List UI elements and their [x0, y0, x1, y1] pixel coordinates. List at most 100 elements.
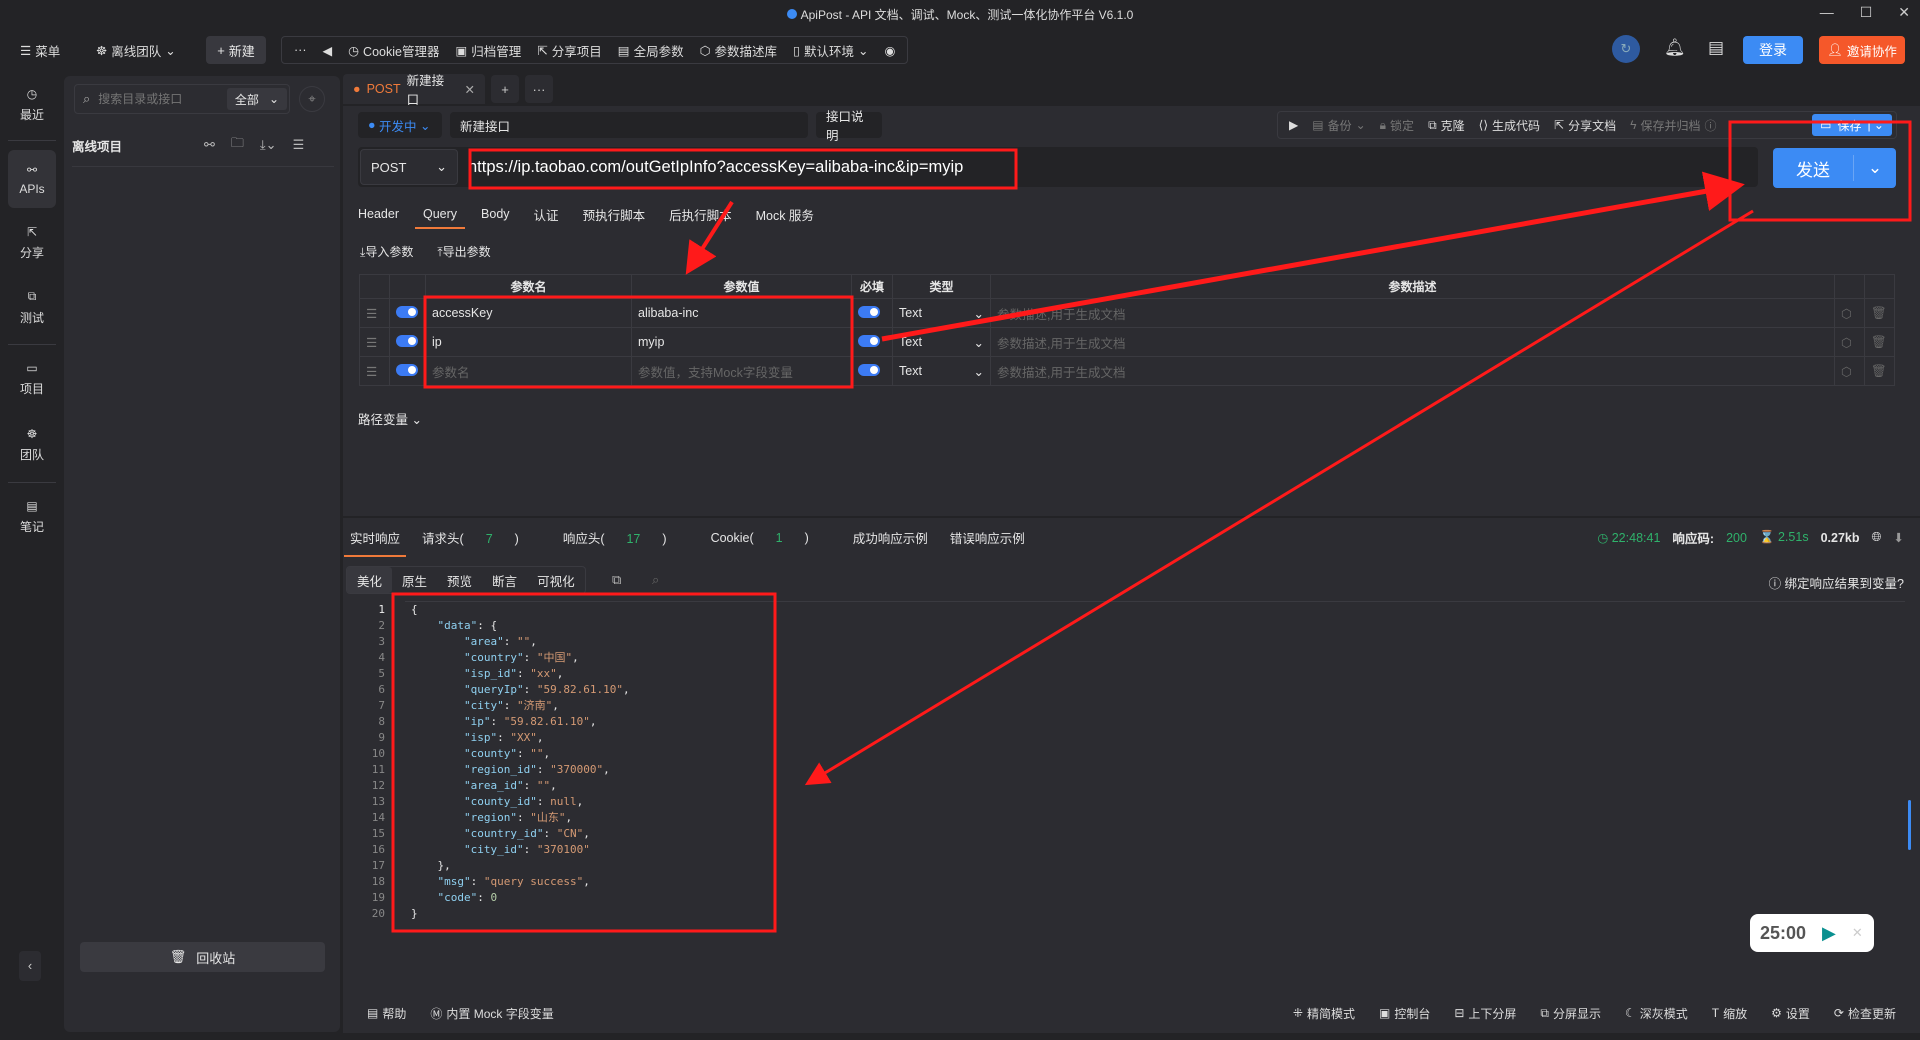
- console-button[interactable]: ▣ 控制台: [1379, 1005, 1430, 1022]
- method-dropdown[interactable]: POST ⌄: [360, 149, 458, 185]
- check-update-button[interactable]: ⟳ 检查更新: [1834, 1005, 1896, 1022]
- nav-recent[interactable]: ◷ 最近: [8, 76, 56, 134]
- splitter[interactable]: [343, 516, 1920, 518]
- copy-icon[interactable]: ⧉: [612, 572, 621, 588]
- url-input[interactable]: https://ip.taobao.com/outGetIpInfo?acces…: [468, 158, 963, 177]
- drag-handle-icon[interactable]: ☰: [359, 356, 390, 386]
- minimize-button[interactable]: —: [1820, 4, 1834, 21]
- param-value-input[interactable]: myip: [631, 327, 852, 357]
- delete-icon[interactable]: 🗑︎: [1864, 327, 1895, 357]
- share-doc-button[interactable]: ⇱ 分享文档: [1547, 117, 1623, 134]
- tab-header[interactable]: Header: [358, 207, 399, 227]
- cookie-manager-button[interactable]: ◷ Cookie管理器: [340, 36, 447, 64]
- required-toggle[interactable]: [858, 334, 880, 347]
- tab-pre-script[interactable]: 预执行脚本: [583, 205, 646, 230]
- clone-button[interactable]: ⧉ 克隆: [1421, 117, 1472, 134]
- download-icon[interactable]: ⬇: [1894, 530, 1904, 545]
- locate-icon[interactable]: ⌖: [299, 86, 325, 112]
- type-dropdown[interactable]: Text ⌄: [892, 327, 991, 357]
- param-name-input[interactable]: accessKey: [425, 298, 632, 328]
- required-toggle[interactable]: [858, 305, 880, 318]
- tab-cookie[interactable]: Cookie(1): [711, 531, 831, 545]
- invite-button[interactable]: 👤︎ 邀请协作: [1819, 36, 1905, 64]
- lock-button[interactable]: 🔒︎ 锁定: [1373, 117, 1421, 134]
- backup-button[interactable]: ▤ 备份 ⌄: [1305, 117, 1372, 134]
- view-preview[interactable]: 预览: [437, 567, 482, 593]
- param-desc-input[interactable]: 参数描述,用于生成文档: [990, 356, 1835, 386]
- tab-request-headers[interactable]: 请求头(7): [422, 528, 541, 547]
- generate-code-button[interactable]: ⟨⟩ 生成代码: [1472, 117, 1547, 134]
- tab-success-example[interactable]: 成功响应示例: [853, 528, 928, 547]
- mock-vars-button[interactable]: Ⓜ 内置 Mock 字段变量: [430, 1005, 553, 1022]
- view-visual[interactable]: 可视化: [527, 567, 585, 593]
- param-desc-input[interactable]: 参数描述,用于生成文档: [990, 327, 1835, 357]
- status-dropdown[interactable]: ● 开发中 ⌄: [358, 112, 442, 138]
- tab-response-headers[interactable]: 响应头(17): [563, 528, 689, 547]
- play-icon[interactable]: ▶: [1822, 923, 1836, 944]
- nav-project[interactable]: ▭ 项目: [8, 350, 56, 408]
- collapse-sidebar-button[interactable]: ‹: [19, 951, 41, 981]
- environment-dropdown[interactable]: ▯ 默认环境 ⌄: [785, 36, 876, 64]
- save-button[interactable]: ▭ 保存 | ⌄: [1812, 114, 1892, 136]
- search-icon[interactable]: ⌕: [652, 572, 659, 588]
- add-tab-button[interactable]: +: [491, 75, 519, 103]
- login-button[interactable]: 登录: [1743, 36, 1803, 64]
- note-icon[interactable]: ▤: [1708, 38, 1724, 58]
- chevron-down-icon[interactable]: ⌄: [1854, 158, 1896, 178]
- nav-test[interactable]: ⧉ 测试: [8, 278, 56, 336]
- type-dropdown[interactable]: Text ⌄: [892, 356, 991, 386]
- menu-button[interactable]: ☰ 菜单: [12, 36, 68, 64]
- cube-icon[interactable]: ⬡: [1834, 327, 1865, 357]
- scrollbar[interactable]: [1908, 800, 1911, 850]
- dark-mode-button[interactable]: ☾ 深灰模式: [1625, 1005, 1688, 1022]
- nav-share[interactable]: ⇱ 分享: [8, 214, 56, 272]
- view-pretty[interactable]: 美化: [347, 567, 393, 593]
- view-raw[interactable]: 原生: [392, 567, 437, 593]
- bind-response-link[interactable]: ⓘ 绑定响应结果到变量?: [1769, 573, 1904, 592]
- param-desc-input[interactable]: 参数描述,用于生成文档: [990, 298, 1835, 328]
- nav-apis[interactable]: ⚯ APIs: [8, 150, 56, 208]
- param-name-input[interactable]: 参数名: [425, 356, 632, 386]
- param-desc-lib-button[interactable]: ⬡ 参数描述库: [692, 36, 785, 64]
- enable-toggle[interactable]: [396, 363, 418, 376]
- compact-mode-button[interactable]: ⁜ 精简模式: [1293, 1005, 1355, 1022]
- new-button[interactable]: + 新建: [206, 36, 266, 64]
- settings-button[interactable]: ⚙ 设置: [1771, 1005, 1810, 1022]
- share-project-button[interactable]: ⇱ 分享项目: [529, 36, 610, 64]
- run-icon[interactable]: ▶: [1282, 118, 1305, 132]
- import-icon[interactable]: ⤓⌄: [260, 137, 277, 153]
- split-view-button[interactable]: ⧉ 分屏显示: [1540, 1005, 1601, 1022]
- send-button[interactable]: 发送 ⌄: [1773, 148, 1896, 188]
- nav-notes[interactable]: ▤ 笔记: [8, 488, 56, 546]
- zoom-button[interactable]: T 缩放: [1712, 1005, 1747, 1022]
- new-folder-icon[interactable]: 🗀︎: [231, 134, 244, 156]
- globe-icon[interactable]: 🌐︎: [1872, 530, 1882, 545]
- drag-handle-icon[interactable]: ☰: [359, 298, 390, 328]
- required-toggle[interactable]: [858, 363, 880, 376]
- api-doc-button[interactable]: 接口说明: [816, 110, 882, 143]
- search-box[interactable]: ⌕ 全部⌄: [74, 84, 290, 114]
- tab-body[interactable]: Body: [481, 207, 510, 227]
- tab-mock[interactable]: Mock 服务: [756, 205, 814, 230]
- response-body-editor[interactable]: 1{2 "data": {3 "area": "", 4 "country": "…: [350, 602, 630, 922]
- param-value-input[interactable]: alibaba-inc: [631, 298, 852, 328]
- team-dropdown[interactable]: ☸ 离线团队 ⌄: [88, 36, 184, 64]
- delete-icon[interactable]: 🗑︎: [1864, 298, 1895, 328]
- global-params-button[interactable]: ▤ 全局参数: [610, 36, 692, 64]
- add-api-icon[interactable]: ⚯: [204, 137, 215, 153]
- sync-icon[interactable]: ↻: [1612, 35, 1640, 63]
- close-window-button[interactable]: ✕: [1898, 4, 1910, 21]
- search-input[interactable]: [98, 92, 199, 106]
- close-tab-icon[interactable]: ✕: [465, 82, 475, 97]
- export-params-button[interactable]: ⤒导出参数: [437, 243, 490, 260]
- help-button[interactable]: ▤ 帮助: [367, 1005, 406, 1022]
- tab-new-api[interactable]: ● POST 新建接口 ✕: [343, 74, 485, 107]
- tab-more-button[interactable]: ···: [525, 75, 553, 103]
- param-value-input[interactable]: 参数值，支持Mock字段变量: [631, 356, 852, 386]
- close-icon[interactable]: ✕: [1852, 925, 1863, 941]
- type-dropdown[interactable]: Text ⌄: [892, 298, 991, 328]
- tab-error-example[interactable]: 错误响应示例: [950, 528, 1025, 547]
- more-button[interactable]: ···: [286, 36, 315, 64]
- tab-auth[interactable]: 认证: [534, 205, 559, 230]
- param-name-input[interactable]: ip: [425, 327, 632, 357]
